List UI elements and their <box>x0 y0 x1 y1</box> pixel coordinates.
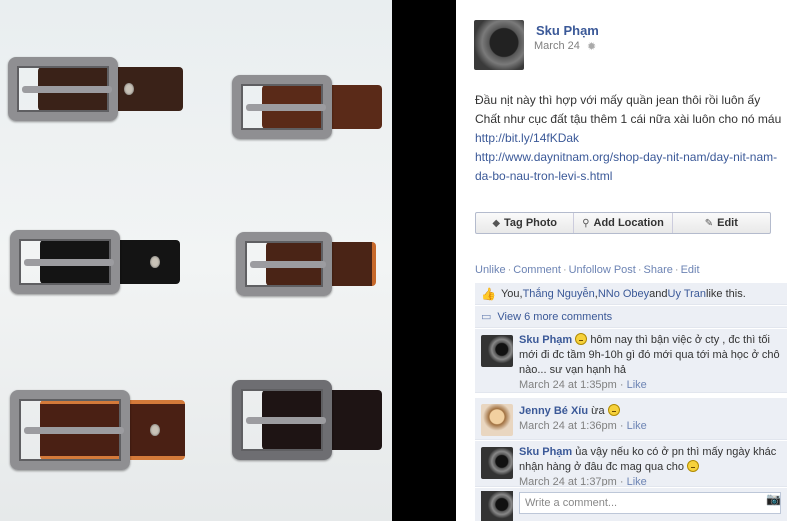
post-author[interactable]: Sku Phạm <box>536 23 599 38</box>
comment-like-link[interactable]: Like <box>627 379 647 391</box>
comment-time[interactable]: March 24 at 1:36pm <box>519 420 617 432</box>
commenter-avatar[interactable] <box>481 335 513 367</box>
post-text: Đầu nịt này thì hợp với mấy quần jean th… <box>475 91 785 186</box>
photo-viewer-margin <box>392 0 456 521</box>
view-more-comments-link[interactable]: View 6 more comments <box>497 311 612 323</box>
photo-action-bar: ◆ Tag Photo ⚲ Add Location ✎ Edit <box>475 212 771 234</box>
liker-3[interactable]: Uy Tran <box>668 288 707 300</box>
liker-1[interactable]: Thắng Nguyễn <box>523 288 595 300</box>
thumbs-up-icon: 👍 <box>481 286 496 301</box>
privacy-icon[interactable]: ✹ <box>587 40 596 53</box>
edit-button[interactable]: ✎ Edit <box>673 213 770 233</box>
add-location-button[interactable]: ⚲ Add Location <box>574 213 673 233</box>
post-panel: Sku Phạm March 24 ✹ Đầu nịt này thì hợp … <box>456 0 806 521</box>
tag-photo-button[interactable]: ◆ Tag Photo <box>476 213 575 233</box>
post-text-line2: Chất như cục đất tậu thêm 1 cái nữa xài … <box>475 112 782 126</box>
commenter-name[interactable]: Sku Phạm <box>519 446 572 458</box>
camera-icon[interactable]: 📷 <box>766 492 781 506</box>
comment-item: Jenny Bé Xíu ừa March 24 at 1:36pm · Lik… <box>475 398 787 440</box>
belt-image-1 <box>8 57 183 121</box>
post-link-long[interactable]: http://www.daynitnam.org/shop-day-nit-na… <box>475 148 785 186</box>
likes-tail: like this. <box>706 287 746 300</box>
belt-image-5 <box>10 390 185 470</box>
my-avatar <box>481 491 513 521</box>
commenter-avatar[interactable] <box>481 447 513 479</box>
comment-input[interactable]: Write a comment... <box>519 492 781 514</box>
frown-emoticon-icon <box>607 404 620 416</box>
edit-label: Edit <box>717 217 738 229</box>
likes-row: 👍 You, Thắng Nguyễn , NNo Obey and Uy Tr… <box>475 283 787 305</box>
commenter-avatar[interactable] <box>481 404 513 436</box>
share-link[interactable]: Share <box>644 264 673 276</box>
tag-photo-label: Tag Photo <box>504 217 557 229</box>
comment-like-link[interactable]: Like <box>627 476 647 486</box>
likes-and: and <box>649 287 668 300</box>
edit-post-link[interactable]: Edit <box>681 264 700 276</box>
comment-time[interactable]: March 24 at 1:35pm <box>519 379 617 391</box>
smile-emoticon-icon <box>687 460 700 472</box>
pencil-icon: ✎ <box>704 217 714 229</box>
comment-bubble-icon: ▭ <box>481 311 492 323</box>
comment-like-link[interactable]: Like <box>627 420 647 432</box>
view-more-comments[interactable]: ▭ View 6 more comments <box>475 306 787 328</box>
commenter-name[interactable]: Sku Phạm <box>519 334 572 346</box>
comment-item: Sku Phạm hôm nay thì bận việc ở cty , đc… <box>475 329 787 393</box>
location-pin-icon: ⚲ <box>582 217 590 229</box>
commenter-name[interactable]: Jenny Bé Xíu <box>519 405 588 417</box>
add-location-label: Add Location <box>593 217 664 229</box>
post-date[interactable]: March 24 <box>534 40 580 52</box>
liker-2[interactable]: NNo Obey <box>598 288 649 300</box>
likes-you: You, <box>500 287 523 300</box>
author-avatar[interactable] <box>474 20 524 70</box>
unlike-link[interactable]: Unlike <box>475 264 506 276</box>
comment-link[interactable]: Comment <box>513 264 561 276</box>
comment-time[interactable]: March 24 at 1:37pm <box>519 476 617 486</box>
belt-image-2 <box>232 75 382 139</box>
post-text-line1: Đầu nịt này thì hợp với mấy quần jean th… <box>475 93 761 107</box>
product-photo[interactable] <box>0 0 392 521</box>
comment-item: Sku Phạm ủa vậy nếu ko có ở pn thì mấy n… <box>475 441 787 487</box>
belt-image-4 <box>236 232 376 296</box>
write-comment-row: Write a comment... 📷 <box>475 488 787 521</box>
belt-image-3 <box>10 230 180 294</box>
post-link-short[interactable]: http://bit.ly/14fKDak <box>475 129 785 148</box>
post-actions: Unlike · Comment · Unfollow Post · Share · Edit <box>475 264 700 276</box>
belt-image-6 <box>232 380 382 460</box>
comment-text: ừa <box>591 405 605 417</box>
unfollow-link[interactable]: Unfollow Post <box>569 264 636 276</box>
tag-icon: ◆ <box>492 217 501 229</box>
frown-emoticon-icon <box>575 333 588 345</box>
